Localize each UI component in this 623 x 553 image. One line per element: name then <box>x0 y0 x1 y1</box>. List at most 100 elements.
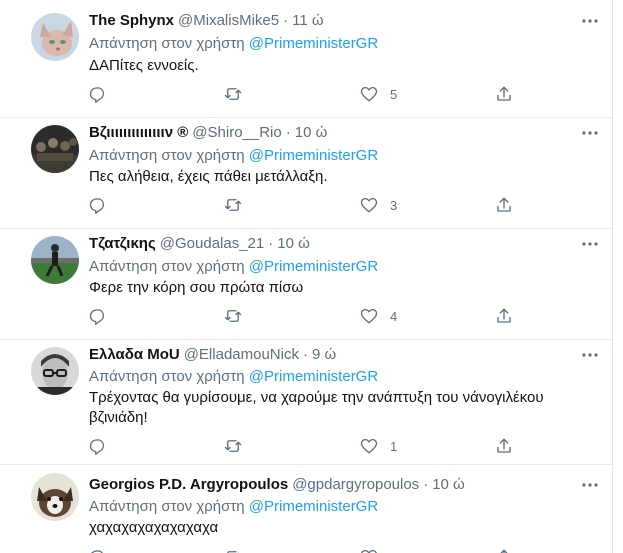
separator-dot: · <box>423 476 429 493</box>
retweet-button[interactable] <box>224 436 242 456</box>
more-icon[interactable] <box>580 475 600 495</box>
timestamp[interactable]: 11 ώ <box>292 12 323 29</box>
replying-to-label: Απάντηση στον χρήστη <box>89 35 245 52</box>
reply-icon <box>89 437 107 455</box>
like-icon <box>360 85 378 103</box>
user-handle[interactable]: @Shiro__Rio <box>192 124 281 141</box>
reply-button[interactable] <box>89 547 107 553</box>
tweet-header: Τζατζικης @Goudalas_21 · 10 ώ <box>89 234 310 254</box>
retweet-button[interactable] <box>224 547 242 553</box>
share-button[interactable] <box>495 306 513 326</box>
user-handle[interactable]: @ElladamouNick <box>184 346 299 363</box>
mention-link[interactable]: @PrimeministerGR <box>249 258 378 275</box>
retweet-icon <box>224 196 242 214</box>
retweet-icon <box>224 437 242 455</box>
timestamp[interactable]: 10 ώ <box>432 476 465 493</box>
reply-icon <box>89 196 107 214</box>
timestamp[interactable]: 9 ώ <box>312 346 336 363</box>
like-icon <box>360 196 378 214</box>
more-icon[interactable] <box>580 234 600 254</box>
reply-icon <box>89 548 107 553</box>
tweet[interactable]: Georgios P.D. Argyropoulos @gpdargyropoul… <box>0 465 612 553</box>
reply-icon <box>89 307 107 325</box>
like-button[interactable] <box>360 547 378 553</box>
display-name[interactable]: Georgios P.D. Argyropoulos <box>89 476 288 493</box>
timestamp[interactable]: 10 ώ <box>277 235 310 252</box>
user-handle[interactable]: @gpdargyropoulos <box>292 476 419 493</box>
share-button[interactable] <box>495 436 513 456</box>
share-button[interactable] <box>495 547 513 553</box>
share-button[interactable] <box>495 195 513 215</box>
tweet-header: The Sphynx @MixalisMike5 · 11 ώ <box>89 11 324 31</box>
tweet[interactable]: Βζιιιιιιιιιιιιιιν ® @Shiro__Rio · 10 ώ Απάν… <box>0 118 612 229</box>
replying-to-label: Απάντηση στον χρήστη <box>89 498 245 515</box>
share-icon <box>495 307 513 325</box>
user-handle[interactable]: @Goudalas_21 <box>160 235 264 252</box>
retweet-button[interactable] <box>224 84 242 104</box>
mention-link[interactable]: @PrimeministerGR <box>249 498 378 515</box>
tweet-text: Φερε την κόρη σου πρώτα πίσω <box>89 279 304 296</box>
tweet-header: Ελλαδα ΜοU @ElladamouNick · 9 ώ <box>89 345 336 365</box>
reply-button[interactable] <box>89 195 107 215</box>
avatar[interactable] <box>31 236 79 284</box>
tweet-header: Georgios P.D. Argyropoulos @gpdargyropoul… <box>89 475 465 495</box>
more-icon[interactable] <box>580 345 600 365</box>
retweet-button[interactable] <box>224 306 242 326</box>
mention-link[interactable]: @PrimeministerGR <box>249 147 378 164</box>
like-icon <box>360 437 378 455</box>
separator-dot: · <box>283 12 289 29</box>
separator-dot: · <box>302 346 308 363</box>
tweet-text: χαχαχαχαχαχαχαχα <box>89 519 219 536</box>
avatar[interactable] <box>31 13 79 61</box>
share-icon <box>495 548 513 553</box>
avatar[interactable] <box>31 473 79 521</box>
like-button[interactable]: 4 <box>360 306 397 326</box>
replying-to: Απάντηση στον χρήστη @PrimeministerGR <box>89 146 378 166</box>
separator-dot: · <box>268 235 274 252</box>
tweet-header: Βζιιιιιιιιιιιιιιν ® @Shiro__Rio · 10 ώ <box>89 123 327 143</box>
replies-feed: The Sphynx @MixalisMike5 · 11 ώ Απάντηση στ… <box>0 0 613 553</box>
replying-to: Απάντηση στον χρήστη @PrimeministerGR <box>89 497 378 517</box>
display-name[interactable]: The Sphynx <box>89 12 174 29</box>
mention-link[interactable]: @PrimeministerGR <box>249 368 378 385</box>
mention-link[interactable]: @PrimeministerGR <box>249 35 378 52</box>
retweet-icon <box>224 85 242 103</box>
reply-button[interactable] <box>89 436 107 456</box>
tweet[interactable]: Τζατζικης @Goudalas_21 · 10 ώ Απάντηση στον… <box>0 229 612 340</box>
avatar[interactable] <box>31 125 79 173</box>
separator-dot: · <box>285 124 291 141</box>
like-button[interactable]: 3 <box>360 195 397 215</box>
more-icon[interactable] <box>580 123 600 143</box>
tweet[interactable]: The Sphynx @MixalisMike5 · 11 ώ Απάντηση στ… <box>0 0 612 118</box>
like-button[interactable]: 1 <box>360 436 397 456</box>
share-icon <box>495 85 513 103</box>
more-icon[interactable] <box>580 11 600 31</box>
avatar[interactable] <box>31 347 79 395</box>
replying-to-label: Απάντηση στον χρήστη <box>89 258 245 275</box>
like-count: 5 <box>390 86 398 102</box>
share-icon <box>495 196 513 214</box>
replying-to: Απάντηση στον χρήστη @PrimeministerGR <box>89 257 378 277</box>
reply-button[interactable] <box>89 84 107 104</box>
display-name[interactable]: Τζατζικης <box>89 235 156 252</box>
share-icon <box>495 437 513 455</box>
tweet[interactable]: Ελλαδα ΜοU @ElladamouNick · 9 ώ Απάντηση στ… <box>0 340 612 465</box>
like-count: 1 <box>390 438 398 454</box>
display-name[interactable]: Ελλαδα ΜοU <box>89 346 180 363</box>
tweet-text: ΔΑΠίτες εννοείς. <box>89 57 199 74</box>
display-name[interactable]: Βζιιιιιιιιιιιιιιν ® <box>89 124 188 141</box>
reply-button[interactable] <box>89 306 107 326</box>
like-button[interactable]: 5 <box>360 84 397 104</box>
tweet-text: Πες αλήθεια, έχεις πάθει μετάλλαξη. <box>89 168 328 185</box>
like-count: 3 <box>390 197 398 213</box>
replying-to: Απάντηση στον χρήστη @PrimeministerGR <box>89 367 378 387</box>
retweet-icon <box>224 548 242 553</box>
replying-to-label: Απάντηση στον χρήστη <box>89 368 245 385</box>
user-handle[interactable]: @MixalisMike5 <box>178 12 279 29</box>
timestamp[interactable]: 10 ώ <box>295 124 328 141</box>
reply-icon <box>89 85 107 103</box>
retweet-button[interactable] <box>224 195 242 215</box>
retweet-icon <box>224 307 242 325</box>
replying-to-label: Απάντηση στον χρήστη <box>89 147 245 164</box>
share-button[interactable] <box>495 84 513 104</box>
